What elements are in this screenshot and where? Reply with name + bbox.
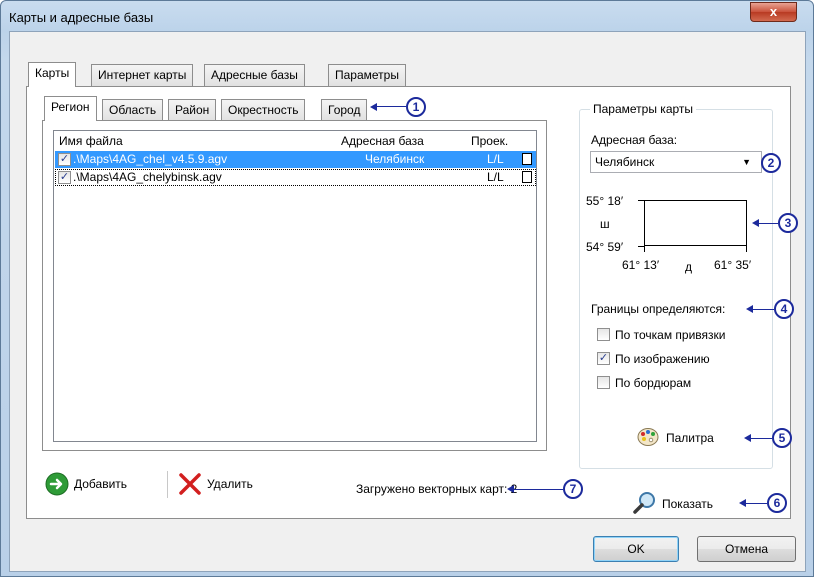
- option-by-image[interactable]: ✓ По изображению: [597, 351, 767, 369]
- palette-label: Палитра: [666, 431, 714, 445]
- column-header-address-base[interactable]: Адресная база: [341, 134, 424, 148]
- checkbox-checked[interactable]: ✓: [58, 153, 71, 166]
- tab-rayon[interactable]: Район: [168, 99, 217, 121]
- group-title: Параметры карты: [590, 102, 697, 116]
- tab-label: Район: [175, 103, 210, 117]
- checkbox-checked[interactable]: ✓: [58, 171, 71, 184]
- magnifier-icon: [633, 492, 655, 514]
- window-title: Карты и адресные базы: [9, 10, 154, 25]
- callout-3: 3: [778, 213, 798, 233]
- tab-maps[interactable]: Карты: [28, 62, 77, 87]
- chevron-down-icon: ▼: [742, 157, 751, 167]
- longitude-left: 61° 13′: [622, 258, 660, 272]
- callout-arrow-head: [370, 103, 377, 111]
- address-base-select[interactable]: Челябинск ▼: [590, 151, 762, 173]
- bounds-label: Границы определяются:: [591, 302, 726, 316]
- address-base-label: Адресная база:: [591, 133, 678, 147]
- address-base-selected: Челябинск: [595, 155, 655, 169]
- option-by-anchor-points[interactable]: По точкам привязки: [597, 327, 767, 345]
- projection-value: L/L: [487, 170, 504, 184]
- palette-button[interactable]: Палитра: [637, 427, 747, 449]
- checkbox-unchecked[interactable]: [597, 328, 610, 341]
- tab-label: Область: [109, 103, 157, 117]
- callout-arrow-line: [745, 503, 767, 504]
- tab-label: Адресные базы: [211, 68, 298, 82]
- latitude-top: 55° 18′: [586, 194, 624, 208]
- projection-value: L/L: [487, 152, 504, 166]
- checkbox-checked[interactable]: ✓: [597, 352, 610, 365]
- close-icon: x: [769, 4, 778, 19]
- column-header-projection[interactable]: Проек.: [471, 134, 508, 148]
- add-button[interactable]: Добавить: [45, 470, 175, 498]
- tab-okrestnost[interactable]: Окрестность: [221, 99, 306, 121]
- add-arrow-icon: [45, 472, 69, 496]
- close-button[interactable]: x: [750, 2, 797, 22]
- palette-icon: [637, 428, 659, 446]
- callout-7: 7: [563, 479, 583, 499]
- callout-1: 1: [406, 97, 426, 117]
- region-tab-panel: Имя файла Адресная база Проек. ✓ .\Maps\…: [42, 120, 547, 451]
- callout-arrow-line: [750, 438, 772, 439]
- callout-5: 5: [772, 428, 792, 448]
- tab-label: Интернет карты: [98, 68, 187, 82]
- file-name: .\Maps\4AG_chel_v4.5.9.agv: [73, 152, 228, 166]
- address-base-value: Челябинск: [365, 152, 425, 166]
- list-item[interactable]: ✓ .\Maps\4AG_chel_v4.5.9.agv Челябинск L…: [55, 151, 536, 168]
- tab-gorod[interactable]: Город: [321, 99, 368, 121]
- map-bounds-box: [644, 200, 747, 246]
- longitude-right: 61° 35′: [714, 258, 752, 272]
- show-button[interactable]: Показать: [633, 492, 753, 517]
- toolbar-divider: [167, 471, 168, 498]
- callout-6: 6: [767, 493, 787, 513]
- callout-arrow-line: [513, 489, 563, 490]
- show-label: Показать: [662, 497, 714, 511]
- tab-label: Параметры: [335, 68, 399, 82]
- dialog-client-area: Карты Интернет карты Адресные базы Парам…: [9, 31, 806, 572]
- tick-mark: [746, 246, 747, 252]
- option-label: По изображению: [615, 352, 710, 366]
- tick-mark: [644, 246, 645, 252]
- tab-label: Город: [328, 103, 361, 117]
- dialog-window: Карты и адресные базы x Карты Интернет к…: [0, 0, 814, 577]
- checkbox-unchecked[interactable]: [522, 153, 532, 165]
- file-name: .\Maps\4AG_chelybinsk.agv: [73, 170, 222, 184]
- callout-2: 2: [761, 153, 781, 173]
- option-label: По точкам привязки: [615, 328, 726, 342]
- tab-oblast[interactable]: Область: [102, 99, 164, 121]
- delete-label: Удалить: [207, 477, 253, 491]
- checkbox-unchecked[interactable]: [597, 376, 610, 389]
- ok-button[interactable]: OK: [593, 536, 679, 562]
- delete-button[interactable]: Удалить: [178, 470, 288, 498]
- callout-4: 4: [774, 299, 794, 319]
- add-label: Добавить: [74, 477, 128, 491]
- longitude-letter: д: [685, 260, 693, 274]
- map-file-list[interactable]: Имя файла Адресная база Проек. ✓ .\Maps\…: [53, 130, 537, 442]
- callout-arrow-line: [376, 106, 406, 107]
- map-params-group: Параметры карты Адресная база: Челябинск…: [579, 102, 798, 469]
- list-header: Имя файла Адресная база Проек.: [59, 134, 531, 152]
- tab-address-bases[interactable]: Адресные базы: [204, 64, 305, 86]
- tab-label: Карты: [35, 66, 70, 80]
- latitude-bottom: 54° 59′: [586, 240, 624, 254]
- callout-arrow-line: [758, 223, 778, 224]
- tab-region[interactable]: Регион: [44, 96, 97, 121]
- latitude-letter: ш: [600, 217, 610, 231]
- delete-x-icon: [179, 473, 201, 495]
- tick-mark: [638, 200, 644, 201]
- maps-tab-panel: Регион Область Район Окрестность Город 1…: [26, 86, 798, 519]
- callout-arrow-line: [752, 309, 774, 310]
- tab-parameters[interactable]: Параметры: [328, 64, 406, 86]
- loaded-maps-status: Загружено векторных карт: 2: [356, 482, 518, 496]
- option-by-borders[interactable]: По бордюрам: [597, 375, 767, 393]
- tab-label: Регион: [51, 100, 90, 114]
- column-header-filename[interactable]: Имя файла: [59, 134, 123, 148]
- list-item[interactable]: ✓ .\Maps\4AG_chelybinsk.agv L/L: [55, 169, 536, 186]
- tab-label: Окрестность: [228, 103, 299, 117]
- cancel-button[interactable]: Отмена: [697, 536, 796, 562]
- callout-arrow-head: [507, 485, 514, 493]
- tab-internet-maps[interactable]: Интернет карты: [91, 64, 194, 86]
- option-label: По бордюрам: [615, 376, 692, 390]
- checkbox-unchecked[interactable]: [522, 171, 532, 183]
